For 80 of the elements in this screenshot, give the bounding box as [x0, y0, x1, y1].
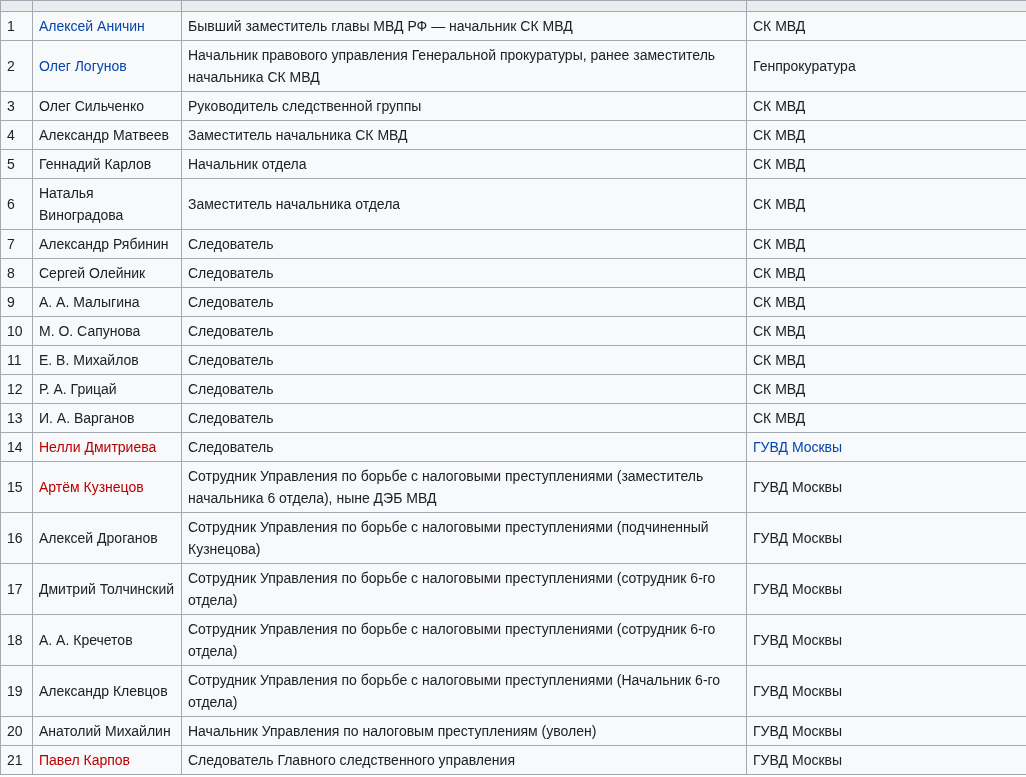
person-name: А. А. Кречетов	[39, 632, 133, 648]
department-name: СК МВД	[753, 196, 806, 212]
department-name: ГУВД Москвы	[753, 530, 843, 546]
row-number: 9	[7, 294, 15, 310]
person-name: Дмитрий Толчинский	[39, 581, 175, 597]
department-name: ГУВД Москвы	[753, 632, 843, 648]
department-name: ГУВД Москвы	[753, 479, 843, 495]
person-name: Алексей Дроганов	[39, 530, 158, 546]
row-number: 8	[7, 265, 15, 281]
row-number: 17	[7, 581, 23, 597]
department-name: СК МВД	[753, 410, 806, 426]
row-number: 13	[7, 410, 23, 426]
row-number: 12	[7, 381, 23, 397]
person-name: Александр Матвеев	[39, 127, 169, 143]
department-name: СК МВД	[753, 265, 806, 281]
row-number: 21	[7, 752, 23, 768]
department-name: СК МВД	[753, 323, 806, 339]
person-name: М. О. Сапунова	[39, 323, 141, 339]
department-name: СК МВД	[753, 156, 806, 172]
person-name: Анатолий Михайлин	[39, 723, 171, 739]
person-name: Е. В. Михайлов	[39, 352, 139, 368]
department-name: СК МВД	[753, 381, 806, 397]
department-name: Генпрокуратура	[753, 58, 856, 74]
person-name: Сергей Олейник	[39, 265, 146, 281]
person-name-link[interactable]: Олег Логунов	[39, 58, 127, 74]
position-text: Руководитель следственной группы	[188, 98, 422, 114]
row-number: 2	[7, 58, 15, 74]
position-text: Бывший заместитель главы МВД РФ — начальник СК МВД	[188, 18, 573, 34]
position-text: Сотрудник Управления по борьбе с налоговыми преступлениями (сотрудник 6-го отдела)	[188, 570, 716, 608]
department-name: СК МВД	[753, 127, 806, 143]
department-name: СК МВД	[753, 352, 806, 368]
department-name: СК МВД	[753, 98, 806, 114]
position-text: Сотрудник Управления по борьбе с налоговыми преступлениями (подчиненный Кузнецова)	[188, 519, 709, 557]
department-name: СК МВД	[753, 294, 806, 310]
position-text: Сотрудник Управления по борьбе с налоговыми преступлениями (сотрудник 6-го отдела)	[188, 621, 716, 659]
person-name: Александр Рябинин	[39, 236, 169, 252]
position-text: Следователь Главного следственного управления	[188, 752, 515, 768]
person-name: Олег Сильченко	[39, 98, 145, 114]
department-name: СК МВД	[753, 236, 806, 252]
department-name-link[interactable]: ГУВД Москвы	[753, 439, 843, 455]
position-text: Следователь	[188, 236, 274, 252]
department-name: СК МВД	[753, 18, 806, 34]
row-number: 1	[7, 18, 15, 34]
position-text: Следователь	[188, 323, 274, 339]
row-number: 16	[7, 530, 23, 546]
position-text: Следователь	[188, 265, 274, 281]
row-number: 4	[7, 127, 15, 143]
row-number: 14	[7, 439, 23, 455]
person-name: Геннадий Карлов	[39, 156, 152, 172]
person-name: Р. А. Грицай	[39, 381, 117, 397]
department-name: ГУВД Москвы	[753, 581, 843, 597]
position-text: Следователь	[188, 294, 274, 310]
person-name: А. А. Малыгина	[39, 294, 140, 310]
position-text: Сотрудник Управления по борьбе с налоговыми преступлениями (заместитель начальника 6 отдела), ныне ДЭБ МВД	[188, 468, 704, 506]
department-name: ГУВД Москвы	[753, 683, 843, 699]
row-number: 7	[7, 236, 15, 252]
row-number: 18	[7, 632, 23, 648]
row-number: 10	[7, 323, 23, 339]
position-text: Начальник отдела	[188, 156, 307, 172]
position-text: Следователь	[188, 410, 274, 426]
row-number: 5	[7, 156, 15, 172]
position-text: Начальник Управления по налоговым преступлениям (уволен)	[188, 723, 597, 739]
position-text: Сотрудник Управления по борьбе с налоговыми преступлениями (Начальник 6-го отдела)	[188, 672, 721, 710]
position-text: Следователь	[188, 352, 274, 368]
position-text: Следователь	[188, 381, 274, 397]
position-text: Заместитель начальника СК МВД	[188, 127, 408, 143]
row-number: 19	[7, 683, 23, 699]
row-number: 6	[7, 196, 15, 212]
position-text: Заместитель начальника отдела	[188, 196, 401, 212]
row-number: 20	[7, 723, 23, 739]
department-name: ГУВД Москвы	[753, 723, 843, 739]
row-number: 3	[7, 98, 15, 114]
person-name: Наталья Виноградова	[39, 185, 124, 223]
row-number: 15	[7, 479, 23, 495]
position-text: Следователь	[188, 439, 274, 455]
position-text: Начальник правового управления Генеральной прокуратуры, ранее заместитель начальника СК МВД	[188, 47, 716, 85]
row-number: 11	[7, 352, 22, 368]
person-name: Александр Клевцов	[39, 683, 168, 699]
person-name: И. А. Варганов	[39, 410, 135, 426]
department-name: ГУВД Москвы	[753, 752, 843, 768]
